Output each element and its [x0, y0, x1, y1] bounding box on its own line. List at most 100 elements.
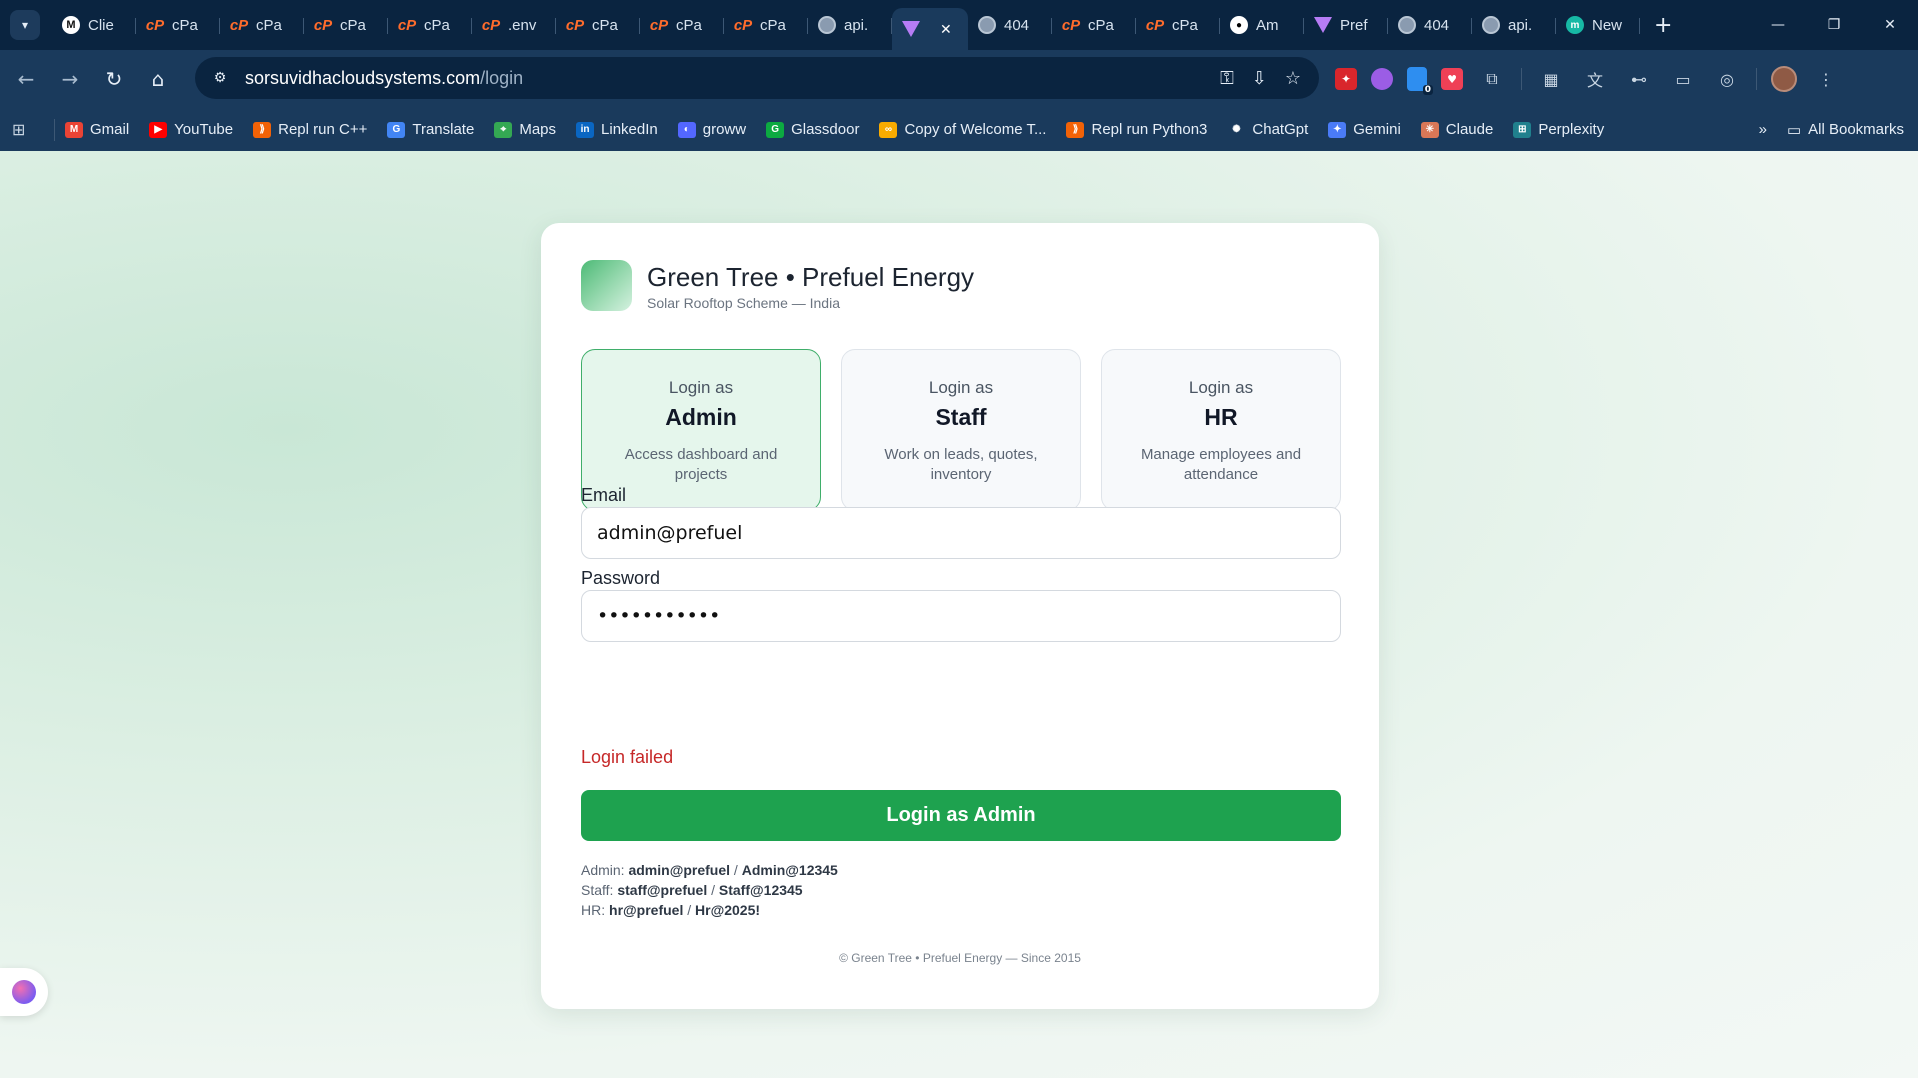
- back-icon[interactable]: ←: [8, 61, 44, 97]
- browser-tab[interactable]: m New: [1556, 7, 1640, 43]
- bookmark-item[interactable]: G Translate: [387, 121, 474, 138]
- browser-tab[interactable]: cP cPa: [136, 7, 220, 43]
- password-key-icon[interactable]: ⚿: [1220, 68, 1234, 89]
- bookmark-item[interactable]: G Glassdoor: [766, 121, 859, 138]
- browser-tab[interactable]: cP cPa: [1136, 7, 1220, 43]
- role-card-hr[interactable]: Login as HR Manage employees and attenda…: [1101, 349, 1341, 511]
- pocket-icon[interactable]: ♥: [1441, 68, 1463, 90]
- password-field[interactable]: [581, 590, 1341, 642]
- translate-page-icon[interactable]: 文: [1580, 64, 1610, 94]
- apps-grid-icon[interactable]: ⊞: [12, 120, 36, 140]
- floating-assistant-button[interactable]: [0, 968, 48, 1016]
- profile-avatar[interactable]: [1771, 66, 1797, 92]
- credential-user: staff@prefuel: [617, 882, 708, 898]
- cpanel-icon: cP: [565, 16, 585, 34]
- vite-icon: [1314, 17, 1332, 33]
- browser-tab[interactable]: ✕: [892, 8, 968, 50]
- screenshot-icon[interactable]: ◎: [1712, 64, 1742, 94]
- browser-tab[interactable]: cP cPa: [640, 7, 724, 43]
- link-icon[interactable]: ⊷: [1624, 64, 1654, 94]
- email-field[interactable]: [581, 507, 1341, 559]
- bookmark-item[interactable]: ⟫ Repl run C++: [253, 121, 367, 138]
- bookmark-item[interactable]: M Gmail: [65, 121, 129, 138]
- page-footer: © Green Tree • Prefuel Energy — Since 20…: [839, 951, 1081, 965]
- more-bookmarks-icon[interactable]: »: [1759, 121, 1767, 138]
- browser-tab[interactable]: cP cPa: [220, 7, 304, 43]
- browser-tab[interactable]: cP cPa: [556, 7, 640, 43]
- install-app-icon[interactable]: ⇩: [1252, 68, 1267, 89]
- extension-brain-icon[interactable]: [1371, 68, 1393, 90]
- browser-tab[interactable]: api.: [808, 7, 892, 43]
- browser-tab[interactable]: cP cPa: [304, 7, 388, 43]
- tab-title: cPa: [1088, 16, 1114, 34]
- more-menu-icon[interactable]: ⋮: [1811, 64, 1841, 94]
- qr-code-icon[interactable]: ▦: [1536, 64, 1566, 94]
- tab-search-button[interactable]: ▾: [10, 10, 40, 40]
- bookmark-favicon-icon: in: [576, 121, 595, 138]
- globe-icon: [978, 16, 996, 34]
- toolbar-divider: [1521, 68, 1522, 90]
- bookmark-favicon-icon: ◐: [677, 121, 696, 138]
- browser-toolbar: ← → ↻ ⌂ ⚙ sorsuvidhacloudsystems.com/log…: [0, 50, 1918, 108]
- bookmark-item[interactable]: ⌖ Maps: [494, 121, 556, 138]
- site-info-icon[interactable]: ⚙: [207, 65, 233, 91]
- tab-title: cPa: [592, 16, 618, 34]
- browser-tab[interactable]: 404: [968, 7, 1052, 43]
- browser-tab[interactable]: cP .env: [472, 7, 556, 43]
- tab-title: cPa: [256, 16, 282, 34]
- tab-title: cPa: [760, 16, 786, 34]
- devices-icon[interactable]: ▭: [1668, 64, 1698, 94]
- brand-title: Green Tree • Prefuel Energy: [647, 262, 975, 292]
- bookmark-item[interactable]: ✺ ChatGpt: [1227, 121, 1308, 138]
- home-icon[interactable]: ⌂: [140, 61, 176, 97]
- cpanel-icon: cP: [649, 16, 669, 34]
- bookmark-item[interactable]: ⟫ Repl run Python3: [1066, 121, 1207, 138]
- forward-icon[interactable]: →: [52, 61, 88, 97]
- cpanel-icon: cP: [733, 16, 753, 34]
- brand-subtitle: Solar Rooftop Scheme — India: [647, 295, 840, 311]
- role-card-staff[interactable]: Login as Staff Work on leads, quotes, in…: [841, 349, 1081, 511]
- credential-line-hr: HR: hr@prefuel / Hr@2025!: [581, 900, 838, 920]
- browser-tab[interactable]: cP cPa: [388, 7, 472, 43]
- credential-password: Hr@2025!: [695, 902, 761, 918]
- minimize-button[interactable]: —: [1750, 0, 1806, 50]
- tab-title: Pref: [1340, 16, 1368, 34]
- url-text[interactable]: sorsuvidhacloudsystems.com/login: [245, 68, 523, 89]
- credential-separator: /: [687, 902, 692, 918]
- address-bar[interactable]: ⚙ sorsuvidhacloudsystems.com/login ⚿ ⇩ ☆: [195, 57, 1319, 99]
- browser-tab[interactable]: Pref: [1304, 7, 1388, 43]
- login-submit-button[interactable]: Login as Admin: [581, 790, 1341, 841]
- bookmark-label: Gmail: [90, 121, 130, 138]
- close-window-button[interactable]: ✕: [1862, 0, 1918, 50]
- bookmark-star-icon[interactable]: ☆: [1285, 68, 1301, 89]
- bookmark-label: Claude: [1445, 121, 1494, 138]
- all-bookmarks-folder[interactable]: ▭ All Bookmarks: [1787, 121, 1904, 139]
- close-tab-icon[interactable]: ✕: [940, 21, 952, 38]
- bookmark-label: Perplexity: [1538, 121, 1605, 138]
- restore-button[interactable]: ❐: [1806, 0, 1862, 50]
- browser-tab[interactable]: 404: [1388, 7, 1472, 43]
- bookmark-item[interactable]: ◐ groww: [677, 121, 747, 138]
- bookmark-item[interactable]: ✦ Gemini: [1328, 121, 1401, 138]
- bookmark-item[interactable]: in LinkedIn: [576, 121, 658, 138]
- browser-tab[interactable]: M Clie: [52, 7, 136, 43]
- reload-icon[interactable]: ↻: [96, 61, 132, 97]
- brand-header: Green Tree • Prefuel Energy Solar Roofto…: [581, 260, 974, 311]
- bookmark-favicon-icon: M: [65, 121, 83, 138]
- cpanel-icon: cP: [1145, 16, 1165, 34]
- browser-tab[interactable]: cP cPa: [724, 7, 808, 43]
- bookmark-item[interactable]: ⊞ Perplexity: [1513, 121, 1604, 138]
- bookmark-item[interactable]: ∞ Copy of Welcome T...: [879, 121, 1046, 138]
- bookmark-label: groww: [702, 121, 747, 138]
- bookmark-item[interactable]: ▶ YouTube: [149, 121, 233, 138]
- extensions-puzzle-icon[interactable]: ⧉: [1477, 64, 1507, 94]
- extension-red-icon[interactable]: ✦: [1335, 68, 1357, 90]
- bookmark-item[interactable]: ✳ Claude: [1420, 121, 1494, 138]
- browser-tab[interactable]: api.: [1472, 7, 1556, 43]
- new-tab-button[interactable]: +: [1654, 13, 1672, 38]
- tab-title: api.: [844, 16, 869, 34]
- browser-tab[interactable]: cP cPa: [1052, 7, 1136, 43]
- browser-tab[interactable]: ● Am: [1220, 7, 1304, 43]
- credential-line-staff: Staff: staff@prefuel / Staff@12345: [581, 880, 838, 900]
- extension-badge-icon[interactable]: 0: [1407, 67, 1433, 95]
